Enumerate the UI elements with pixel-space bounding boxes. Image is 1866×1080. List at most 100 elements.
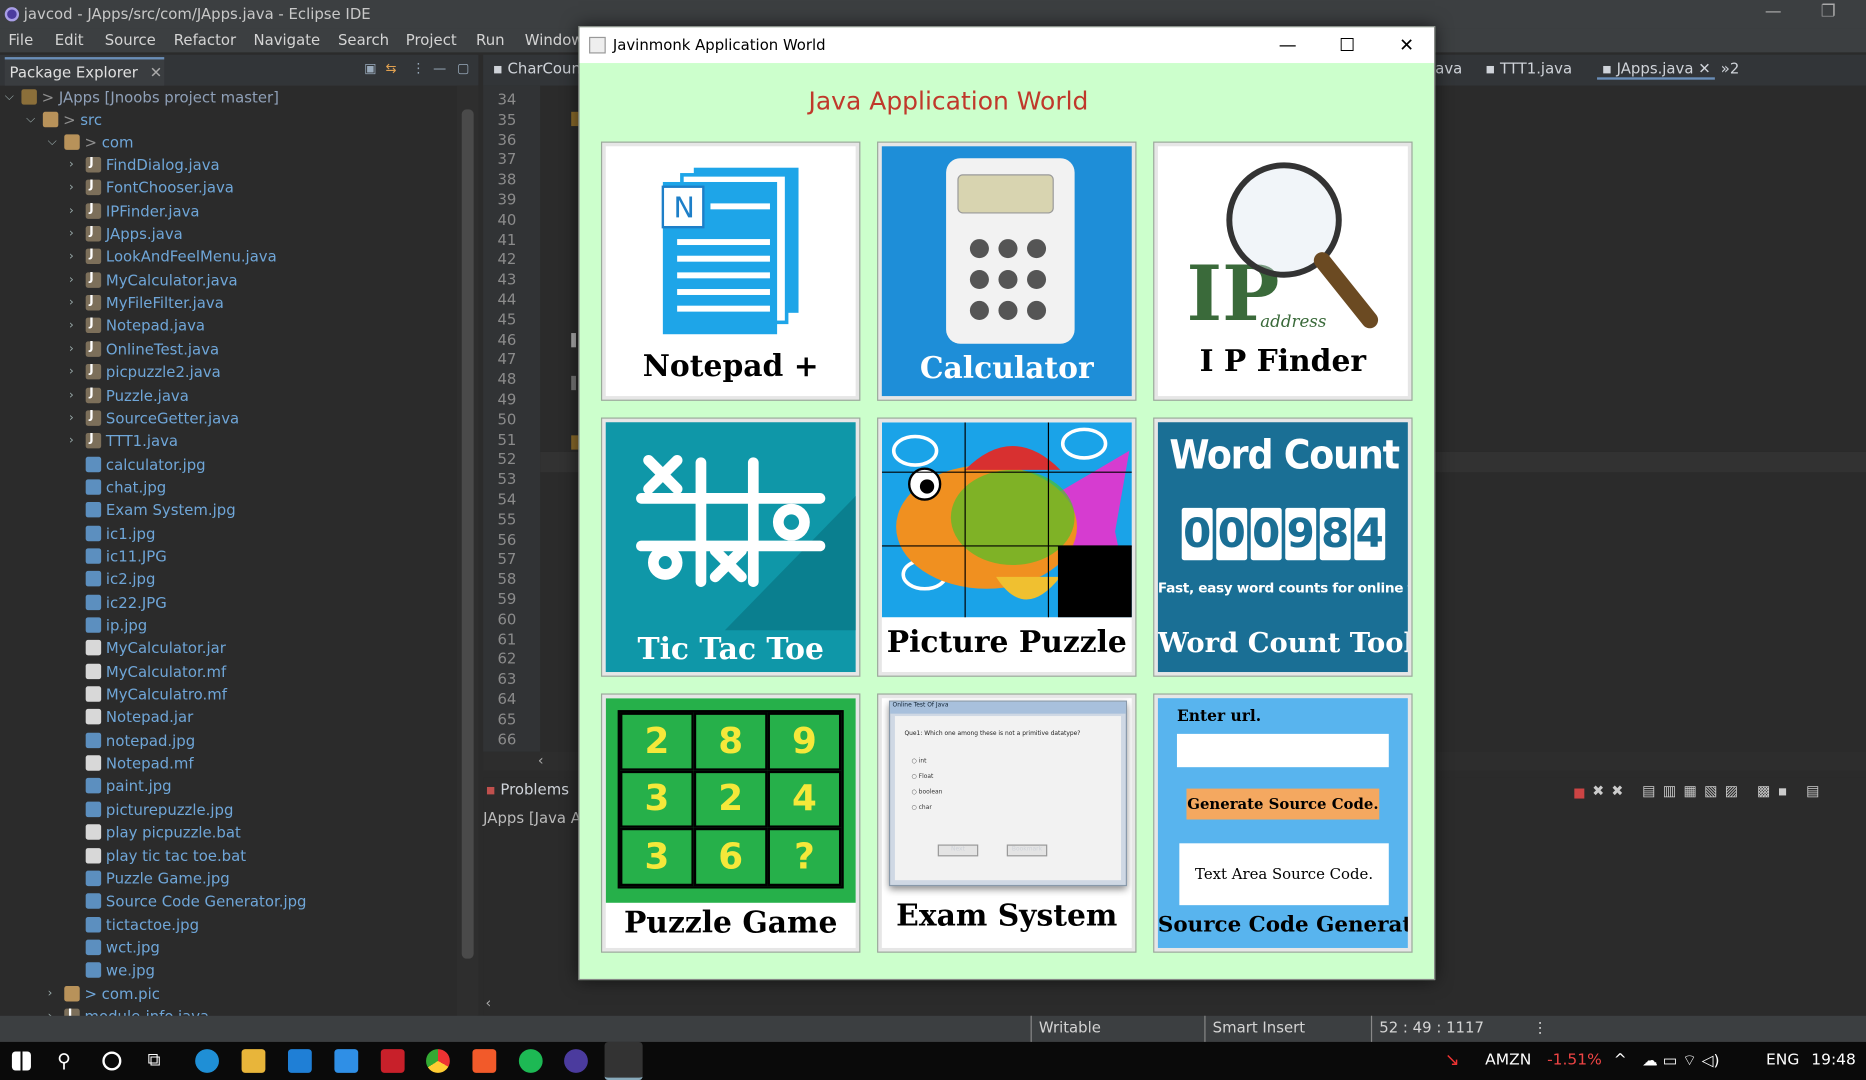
console-toolbar[interactable]: ✖✖ ▤▥▦▧▨ ▩▪ ▤: [1592, 783, 1827, 800]
menu-edit[interactable]: Edit: [55, 31, 84, 49]
tile-source-code-generator[interactable]: Enter url. Generate Source Code. Text Ar…: [1153, 693, 1413, 953]
app-maximize-icon[interactable]: ☐: [1320, 27, 1375, 63]
tile-tic-tac-toe[interactable]: Tic Tac Toe: [600, 417, 861, 677]
tree-item[interactable]: play picpuzzle.bat: [69, 821, 241, 844]
tree-item[interactable]: MyCalculator.jar: [69, 637, 226, 660]
bottom-scroll-left-icon[interactable]: ‹: [486, 994, 492, 1011]
expand-chevron-icon[interactable]: ›: [69, 411, 81, 424]
tree-item[interactable]: ic2.jpg: [69, 568, 155, 591]
minimize-view-icon[interactable]: —: [433, 61, 446, 76]
brave-icon[interactable]: [472, 1049, 497, 1073]
tree-item[interactable]: › MyCalculator.java: [69, 269, 238, 292]
tree-item[interactable]: ip.jpg: [69, 614, 147, 637]
menu-window[interactable]: Window: [525, 31, 584, 49]
expand-chevron-icon[interactable]: ›: [69, 365, 81, 378]
status-more-icon[interactable]: ⋮: [1533, 1018, 1548, 1036]
link-editor-icon[interactable]: ⇆: [386, 61, 397, 76]
tree-item[interactable]: › FontChooser.java: [69, 176, 234, 199]
minimize-icon[interactable]: —: [1765, 2, 1782, 21]
tree-item[interactable]: picturepuzzle.jpg: [69, 798, 233, 821]
expand-chevron-icon[interactable]: ›: [69, 227, 81, 240]
app-minimize-icon[interactable]: —: [1260, 27, 1315, 63]
menu-refactor[interactable]: Refactor: [174, 31, 236, 49]
tile-exam-system[interactable]: Online Test Of Java Que1: Which one amon…: [877, 693, 1137, 953]
tile-picture-puzzle[interactable]: Picture Puzzle: [877, 417, 1137, 677]
tree-item[interactable]: › Notepad.java: [69, 315, 205, 338]
tree-item[interactable]: MyCalculatro.mf: [69, 683, 227, 706]
tree-package-row[interactable]: ⌵ > com: [48, 131, 134, 154]
tree-item[interactable]: › SourceGetter.java: [69, 407, 239, 430]
tree-item[interactable]: ic22.JPG: [69, 591, 167, 614]
tree-item[interactable]: wct.jpg: [69, 936, 160, 959]
expand-chevron-icon[interactable]: ›: [69, 204, 81, 217]
tree-item[interactable]: › LookAndFeelMenu.java: [69, 245, 277, 268]
editor-tab-partial[interactable]: ava: [1435, 59, 1462, 77]
eclipse-taskbar-icon[interactable]: [564, 1049, 588, 1073]
tree-item[interactable]: MyCalculator.mf: [69, 660, 226, 683]
editor-tab-japps[interactable]: ▪ JApps.java ✕: [1597, 59, 1716, 80]
tree-item[interactable]: Puzzle Game.jpg: [69, 867, 230, 890]
maximize-view-icon[interactable]: ▢: [457, 61, 469, 76]
expand-chevron-icon[interactable]: ›: [69, 434, 81, 447]
expand-chevron-icon[interactable]: ›: [69, 296, 81, 309]
problems-tab[interactable]: ▪ Problems: [486, 780, 581, 806]
tree-item[interactable]: play tic tac toe.bat: [69, 844, 246, 867]
editor-tab-ttt1[interactable]: ▪ TTT1.java: [1485, 59, 1572, 77]
tree-item[interactable]: › OnlineTest.java: [69, 338, 219, 361]
expand-chevron-icon[interactable]: ›: [69, 273, 81, 286]
tab-overflow[interactable]: »2: [1721, 59, 1740, 77]
tree-item[interactable]: notepad.jpg: [69, 729, 195, 752]
tile-calculator[interactable]: Calculator: [877, 141, 1137, 401]
tree-item[interactable]: paint.jpg: [69, 775, 172, 798]
tree-item[interactable]: Notepad.mf: [69, 752, 194, 775]
chrome-icon[interactable]: [426, 1049, 450, 1073]
view-menu-icon[interactable]: ⋮: [412, 61, 425, 76]
app-close-icon[interactable]: ✕: [1379, 27, 1434, 63]
expand-chevron-icon[interactable]: ›: [69, 158, 81, 171]
language-indicator[interactable]: ENG: [1766, 1051, 1799, 1069]
file-explorer-icon[interactable]: [241, 1049, 266, 1073]
expand-chevron-icon[interactable]: ›: [69, 388, 81, 401]
mail-icon[interactable]: [334, 1049, 359, 1073]
explorer-scroll-thumb[interactable]: [461, 109, 474, 959]
tile-puzzle-game[interactable]: 2 8 9 3 2 4 3 6? Puzzle Game: [600, 693, 861, 953]
expand-chevron-icon[interactable]: ›: [69, 250, 81, 263]
expand-chevron-icon[interactable]: ›: [48, 987, 60, 1000]
tree-item[interactable]: › FindDialog.java: [69, 153, 220, 176]
task-view-icon[interactable]: ⧉: [148, 1049, 172, 1073]
menu-source[interactable]: Source: [105, 31, 156, 49]
tray-chevron-icon[interactable]: ^: [1614, 1051, 1627, 1069]
edge-icon[interactable]: [195, 1049, 219, 1073]
tile-notepad[interactable]: N Notepad +: [600, 141, 861, 401]
java-app-taskbar-icon[interactable]: [604, 1041, 643, 1080]
tree-item[interactable]: calculator.jpg: [69, 453, 206, 476]
cortana-icon[interactable]: [102, 1051, 122, 1071]
menu-file[interactable]: File: [8, 31, 33, 49]
tree-item[interactable]: › Puzzle.java: [69, 384, 189, 407]
tree-item[interactable]: tictactoe.jpg: [69, 913, 199, 936]
tree-item[interactable]: › MyFileFilter.java: [69, 292, 224, 315]
app-icon-red[interactable]: [380, 1049, 405, 1073]
collapse-all-icon[interactable]: ▣: [364, 61, 376, 76]
tray-icons[interactable]: ☁ ▭ ⌔ ◁): [1642, 1051, 1719, 1071]
menu-run[interactable]: Run: [476, 31, 505, 49]
spotify-icon[interactable]: [518, 1049, 543, 1073]
tree-item[interactable]: › IPFinder.java: [69, 199, 200, 222]
editor-tab-charcount[interactable]: ▪ CharCount: [493, 59, 587, 77]
expand-chevron-icon[interactable]: ›: [69, 181, 81, 194]
menu-navigate[interactable]: Navigate: [253, 31, 320, 49]
store-icon[interactable]: [287, 1049, 312, 1073]
maximize-icon[interactable]: ❐: [1821, 2, 1836, 21]
tree-item[interactable]: we.jpg: [69, 959, 155, 982]
tree-item[interactable]: › TTT1.java: [69, 430, 178, 453]
tree-item[interactable]: ic1.jpg: [69, 522, 155, 545]
package-explorer-tab[interactable]: Package Explorer ✕: [4, 57, 165, 86]
tree-item[interactable]: › JApps.java: [69, 222, 183, 245]
terminate-icon[interactable]: ■: [1573, 785, 1585, 800]
tree-item[interactable]: › picpuzzle2.java: [69, 361, 221, 384]
tree-project-row[interactable]: ⌵ > JApps [Jnoobs project master]: [5, 86, 279, 109]
tree-item[interactable]: Notepad.jar: [69, 706, 193, 729]
tree-item[interactable]: ic11.JPG: [69, 545, 167, 568]
tree-src-row[interactable]: ⌵ > src: [26, 108, 102, 131]
tile-ip-finder[interactable]: IP address I P Finder: [1153, 141, 1413, 401]
